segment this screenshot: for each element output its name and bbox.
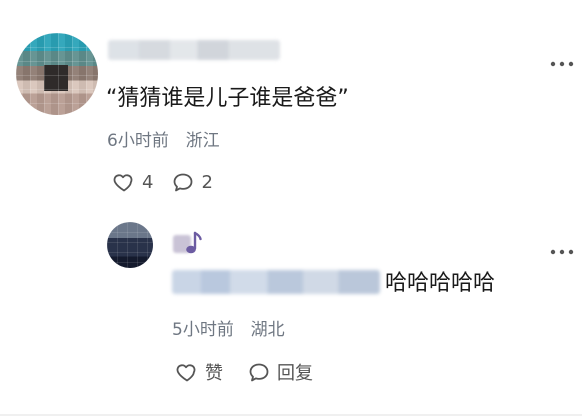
reply-time: 5小时前 xyxy=(172,320,234,340)
reply-button[interactable]: 2 xyxy=(171,170,213,194)
like-count: 4 xyxy=(142,171,154,193)
more-options-icon[interactable] xyxy=(550,52,574,67)
comment-bubble-icon xyxy=(174,173,193,192)
avatar[interactable] xyxy=(16,33,98,115)
reply-location: 湖北 xyxy=(250,320,285,340)
comment-location: 浙江 xyxy=(185,131,220,151)
reply-text: 哈哈哈哈哈 xyxy=(385,271,496,296)
comment-bubble-icon xyxy=(249,363,269,382)
comment-time: 6小时前 xyxy=(107,131,169,151)
reply-actions: 赞 回复 xyxy=(175,359,313,385)
music-note-icon xyxy=(183,230,203,258)
reply-meta: 5小时前 湖北 xyxy=(172,318,285,342)
reply-count: 2 xyxy=(201,171,213,193)
comment-actions: 4 2 xyxy=(112,170,213,194)
username-redacted[interactable] xyxy=(108,40,280,60)
like-button[interactable]: 4 xyxy=(112,170,153,194)
reply-label: 回复 xyxy=(277,363,313,384)
avatar[interactable] xyxy=(107,222,153,268)
heart-icon xyxy=(113,174,133,192)
heart-icon xyxy=(176,364,196,382)
reply-mention-redacted[interactable] xyxy=(172,270,380,294)
reply-button[interactable]: 回复 xyxy=(247,359,313,385)
comment-meta: 6小时前 浙江 xyxy=(107,129,220,153)
more-options-icon[interactable] xyxy=(550,240,574,255)
like-button[interactable]: 赞 xyxy=(175,359,223,385)
like-label: 赞 xyxy=(205,363,223,384)
comment-text: “猜猜谁是儿子谁是爸爸” xyxy=(106,86,349,111)
